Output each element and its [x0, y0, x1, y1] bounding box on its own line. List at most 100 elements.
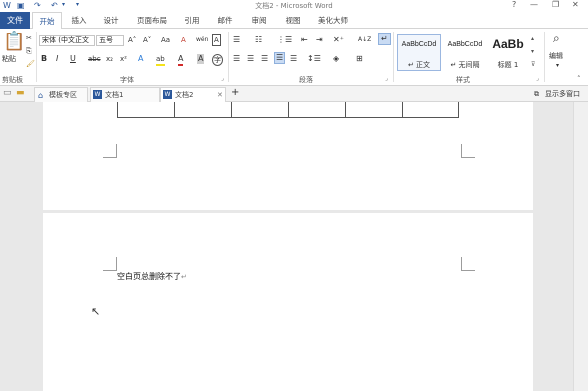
- char-shading-button[interactable]: A: [197, 54, 205, 64]
- tab-review[interactable]: 审阅: [244, 12, 274, 29]
- grow-font-button[interactable]: A˄: [128, 35, 136, 45]
- char-border-button[interactable]: A: [212, 34, 221, 46]
- tab-page-layout[interactable]: 页面布局: [130, 12, 174, 29]
- multilevel-list-icon[interactable]: ⋮☰: [277, 35, 292, 45]
- enclose-char-button[interactable]: 字: [212, 54, 223, 66]
- asian-layout-icon[interactable]: ✕⁺: [333, 35, 344, 45]
- shading-icon[interactable]: ◈: [333, 54, 339, 64]
- superscript-button[interactable]: x²: [120, 54, 127, 64]
- styles-scroll-up-icon[interactable]: ▴: [531, 34, 534, 44]
- help-button[interactable]: ?: [512, 0, 516, 9]
- underline-button[interactable]: U: [70, 54, 76, 64]
- strikethrough-button[interactable]: abc: [88, 54, 101, 64]
- tab-view[interactable]: 视图: [278, 12, 308, 29]
- table-cell-border: [345, 102, 346, 118]
- bullets-icon[interactable]: ☰: [233, 35, 240, 45]
- increase-indent-icon[interactable]: ⇥: [316, 35, 323, 45]
- editing-button[interactable]: 编辑: [549, 51, 563, 61]
- styles-more-icon[interactable]: ⊽: [531, 60, 535, 70]
- group-label-clipboard: 剪贴板: [2, 76, 23, 84]
- close-button[interactable]: ✕: [572, 0, 579, 9]
- tab-document-2[interactable]: W 文档2 ✕: [160, 87, 226, 102]
- new-doc-icon[interactable]: ▭: [3, 88, 12, 98]
- page-1[interactable]: [43, 102, 533, 210]
- margin-corner-mark: [103, 257, 117, 271]
- tab-beautify[interactable]: 美化大师: [310, 12, 356, 29]
- bold-button[interactable]: B: [41, 54, 47, 64]
- tab-mailings[interactable]: 邮件: [210, 12, 240, 29]
- tab-home[interactable]: 开始: [32, 12, 62, 30]
- paste-label[interactable]: 粘贴: [2, 54, 16, 64]
- group-label-paragraph: 段落: [299, 76, 313, 84]
- find-replace-icon[interactable]: ⌕: [553, 32, 560, 44]
- distributed-icon[interactable]: ☰: [290, 54, 297, 64]
- style-heading-1-name: 标题 1: [497, 61, 519, 69]
- font-family-select[interactable]: 宋体 (中文正文: [39, 35, 95, 46]
- show-marks-button[interactable]: ↵: [378, 33, 391, 45]
- tab-design[interactable]: 设计: [96, 12, 126, 29]
- tab-file[interactable]: 文件: [0, 12, 30, 29]
- format-painter-icon[interactable]: 🖌: [26, 59, 35, 69]
- minimize-button[interactable]: —: [530, 0, 538, 9]
- page-2[interactable]: 空白页总删除不了↵ ↖: [43, 213, 533, 391]
- font-color-button[interactable]: A: [178, 54, 184, 66]
- editing-dropdown-icon[interactable]: ▾: [556, 61, 559, 71]
- body-text: 空白页总删除不了: [117, 272, 181, 281]
- collapse-ribbon-icon[interactable]: ˄: [577, 74, 581, 84]
- tab-document-1-label: 文档1: [105, 91, 124, 99]
- tab-references[interactable]: 引用: [178, 12, 206, 29]
- open-folder-icon[interactable]: ▬: [16, 88, 25, 98]
- font-size-select[interactable]: 五号: [96, 35, 124, 46]
- change-case-button[interactable]: Aa: [161, 35, 170, 45]
- vertical-scrollbar[interactable]: [573, 102, 588, 391]
- style-normal[interactable]: AaBbCcDd ↵ 正文: [397, 34, 441, 71]
- table-cell-border: [288, 102, 289, 118]
- align-center-icon[interactable]: ☰: [247, 54, 254, 64]
- style-no-spacing[interactable]: AaBbCcDd ↵ 无间隔: [443, 34, 487, 71]
- styles-scroll-down-icon[interactable]: ▾: [531, 47, 534, 57]
- style-normal-sample: AaBbCcDd: [401, 41, 437, 48]
- align-right-icon[interactable]: ☰: [261, 54, 268, 64]
- clear-format-button[interactable]: A: [181, 35, 186, 45]
- copy-icon[interactable]: ⎘: [26, 46, 32, 56]
- margin-corner-mark: [461, 257, 475, 271]
- align-left-icon[interactable]: ☰: [233, 54, 240, 64]
- pinyin-guide-button[interactable]: wén: [196, 35, 208, 45]
- new-tab-button[interactable]: +: [231, 88, 239, 98]
- table-bottom-row[interactable]: [117, 102, 459, 118]
- close-tab-icon[interactable]: ✕: [217, 88, 223, 102]
- word-doc-icon: W: [163, 90, 172, 99]
- show-more-windows-button[interactable]: 显示多窗口: [545, 89, 580, 99]
- restore-button[interactable]: ❐: [552, 0, 559, 9]
- subscript-button[interactable]: x₂: [106, 54, 113, 64]
- decrease-indent-icon[interactable]: ⇤: [301, 35, 308, 45]
- style-normal-name: ↵ 正文: [407, 61, 431, 69]
- style-heading-1[interactable]: AaBb 标题 1: [489, 34, 527, 71]
- tab-template-zone-label: 模板专区: [49, 91, 77, 99]
- paragraph-dialog-launcher-icon[interactable]: ⌟: [385, 74, 388, 84]
- justify-icon[interactable]: ☰: [274, 52, 286, 64]
- numbering-icon[interactable]: ☷: [255, 35, 262, 45]
- ribbon-tab-row: 文件 开始 插入 设计 页面布局 引用 邮件 审阅 视图 美化大师: [0, 12, 588, 30]
- sort-button[interactable]: A↓Z: [358, 35, 371, 45]
- borders-icon[interactable]: ⊞: [356, 54, 363, 64]
- body-paragraph[interactable]: 空白页总删除不了↵: [117, 271, 187, 282]
- group-label-font: 字体: [120, 76, 134, 84]
- text-effects-button[interactable]: A: [138, 54, 143, 64]
- scrollbar-track[interactable]: [577, 102, 585, 391]
- tab-template-zone[interactable]: ⌂ 模板专区: [34, 87, 88, 102]
- styles-dialog-launcher-icon[interactable]: ⌟: [536, 74, 539, 84]
- highlight-button[interactable]: ab: [156, 54, 165, 66]
- font-dialog-launcher-icon[interactable]: ⌟: [221, 74, 224, 84]
- tab-insert[interactable]: 插入: [64, 12, 94, 29]
- ribbon: 📋 粘贴 ✂ ⎘ 🖌 剪贴板 宋体 (中文正文 五号 A˄ A˅ Aa A wé…: [0, 29, 588, 86]
- tab-document-1[interactable]: W 文档1: [90, 87, 160, 102]
- paste-icon[interactable]: 📋: [3, 32, 25, 52]
- shrink-font-button[interactable]: A˅: [143, 35, 151, 45]
- show-more-windows-icon[interactable]: ⧉: [534, 89, 539, 99]
- line-spacing-icon[interactable]: ↕☰: [307, 54, 321, 64]
- group-label-styles: 样式: [456, 76, 470, 84]
- style-no-spacing-name: ↵ 无间隔: [450, 61, 480, 69]
- italic-button[interactable]: I: [56, 54, 58, 64]
- cut-icon[interactable]: ✂: [26, 33, 32, 43]
